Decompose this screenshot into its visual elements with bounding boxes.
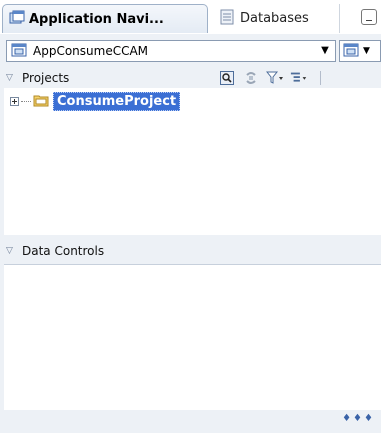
tab-application-navigator[interactable]: Application Navi... [2,4,208,33]
tab-label: Application Navi... [29,11,164,27]
application-icon [11,43,27,60]
refresh-icon[interactable] [242,70,260,86]
collapse-triangle-icon[interactable]: ▽ [6,246,18,256]
tab-databases[interactable]: Databases [210,4,340,33]
toolbar-separator [320,71,321,85]
filter-icon[interactable] [266,70,284,86]
minimize-button[interactable] [361,9,377,25]
application-name: AppConsumeCCAM [33,44,149,58]
application-selector[interactable]: AppConsumeCCAM ▼ [6,40,336,62]
folder-icon [33,93,49,110]
application-navigator-icon [9,10,25,29]
data-controls-pane[interactable] [4,264,381,410]
application-menu-button[interactable]: ▼ [339,40,381,62]
chevron-down-icon: ▼ [363,46,370,56]
databases-icon [220,9,234,28]
data-controls-header[interactable]: ▽ Data Controls [0,239,381,263]
expand-plus-icon[interactable] [10,96,19,106]
more-options-icon[interactable]: ♦♦♦ [342,413,375,424]
collapse-triangle-icon[interactable]: ▽ [6,73,18,83]
tree-node[interactable]: ConsumeProject [4,91,181,111]
tab-label: Databases [240,11,309,26]
tree-connector [21,100,31,102]
projects-toolbar [218,69,321,87]
search-icon[interactable] [218,70,236,86]
panel-status-bar: ♦♦♦ [4,410,381,426]
navigator-panel: AppConsumeCCAM ▼ ▼ ▽ Projects ConsumePro… [0,34,381,433]
sort-icon[interactable] [290,70,308,86]
projects-tree[interactable]: ConsumeProject [4,88,381,235]
project-label[interactable]: ConsumeProject [53,91,181,111]
projects-title: Projects [22,71,70,85]
data-controls-title: Data Controls [22,244,105,258]
tab-bar: Application Navi... Databases [0,0,381,34]
application-menu-icon [343,43,359,60]
projects-header[interactable]: ▽ Projects [0,69,381,87]
chevron-down-icon[interactable]: ▼ [319,45,331,57]
